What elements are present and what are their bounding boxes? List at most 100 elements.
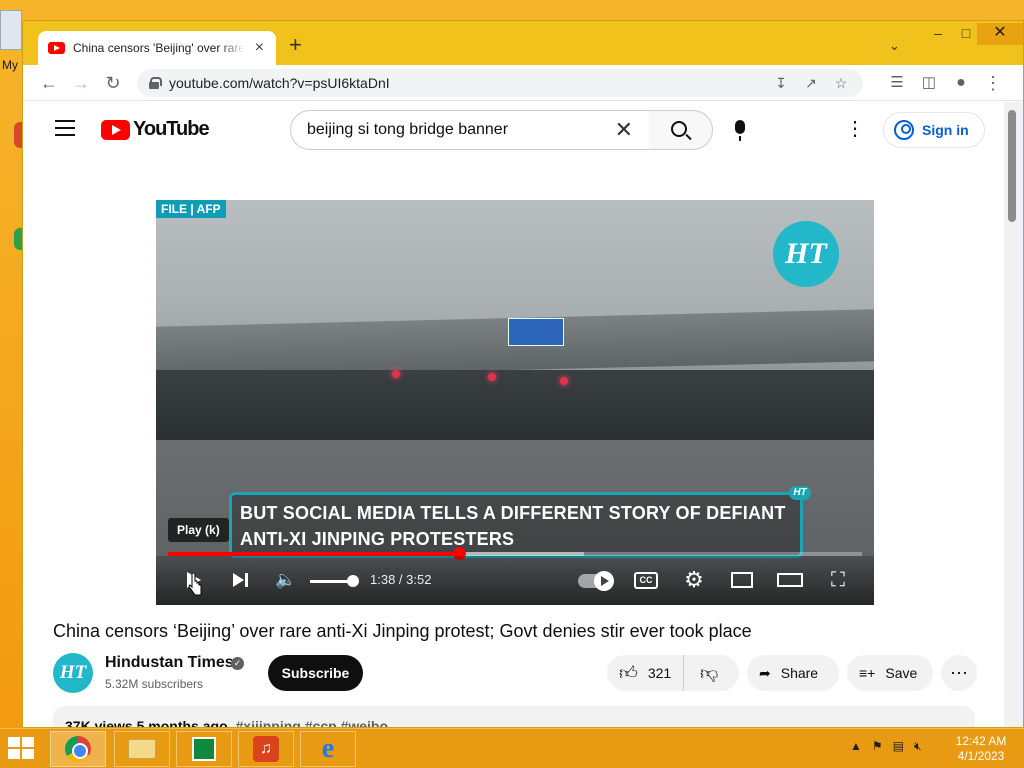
close-window-button[interactable]: ✕ (977, 23, 1023, 45)
system-tray: ▲ ⚑ ▤ 🔇︎ (850, 739, 922, 754)
video-caption-banner: But social media tells a different story… (229, 492, 803, 558)
traffic-light (392, 370, 400, 378)
share-button[interactable]: ➦ Share (747, 655, 839, 691)
more-actions-button[interactable]: ⋯ (941, 655, 977, 691)
channel-name[interactable]: Hindustan Times (105, 654, 234, 672)
share-label: Share (780, 665, 819, 681)
search-input[interactable]: beijing si tong bridge banner ✕ (290, 110, 650, 150)
next-button[interactable] (226, 566, 254, 594)
dislike-button[interactable]: 👎︎ (684, 662, 734, 684)
thumbs-up-icon: 👍︎ (619, 663, 638, 683)
media-queue-icon[interactable]: ☰ (885, 71, 909, 95)
youtube-page: YouTube beijing si tong bridge banner ✕ … (23, 102, 1003, 727)
system-clock[interactable]: 12:42 AM 4/1/2023 (946, 734, 1016, 764)
volume-icon[interactable]: 🔈 (272, 566, 300, 594)
bridge-road-sign (508, 318, 564, 346)
taskbar-internet-explorer[interactable]: e (300, 731, 356, 767)
url-text[interactable]: youtube.com/watch?v=psUI6ktaDnI (169, 75, 761, 91)
back-arrow-icon[interactable]: ← (37, 71, 61, 95)
lock-icon[interactable] (149, 77, 162, 89)
theater-mode-icon (777, 573, 803, 587)
new-tab-button[interactable]: + (289, 34, 302, 56)
voice-search-mic-icon[interactable] (735, 120, 745, 141)
subscribe-button[interactable]: Subscribe (268, 655, 363, 691)
sign-in-label: Sign in (922, 122, 969, 138)
search-button[interactable] (649, 110, 713, 150)
minimize-button[interactable]: – (923, 23, 953, 45)
title-bar: China censors 'Beijing' over rare anti-X… (23, 21, 1023, 65)
taskbar-store[interactable] (176, 731, 232, 767)
internet-explorer-icon: e (321, 733, 335, 764)
traffic-light (488, 373, 496, 381)
tab-close-button[interactable]: × (253, 39, 266, 57)
forward-arrow-icon[interactable]: → (69, 71, 93, 95)
volume-knob[interactable] (347, 575, 360, 587)
subtitles-button[interactable]: CC (634, 572, 658, 589)
fullscreen-icon[interactable]: ⛶ (824, 566, 852, 594)
sign-in-button[interactable]: Sign in (883, 112, 985, 148)
taskbar-file-explorer[interactable] (114, 731, 170, 767)
network-icon[interactable]: ▤ (893, 739, 904, 754)
youtube-logo-icon (101, 119, 130, 140)
folder-icon (128, 739, 156, 759)
start-logo-pane (8, 749, 20, 759)
video-player[interactable]: FILE | AFP HT But social media tells a d… (156, 200, 874, 605)
user-circle-icon (894, 120, 914, 140)
browser-window: China censors 'Beijing' over rare anti-X… (22, 20, 1024, 728)
bookmark-star-icon[interactable]: ☆ (831, 75, 851, 92)
like-button[interactable]: 👍︎ 321 (607, 655, 685, 691)
browser-menu-icon[interactable]: ⋮ (981, 71, 1005, 95)
bridge-underside (156, 370, 874, 440)
clock-time: 12:42 AM (955, 734, 1007, 748)
desktop-icon[interactable] (0, 10, 22, 50)
taskbar-media-player[interactable]: ♫ (238, 731, 294, 767)
hashtags[interactable]: #xijinping #ccp #weibo (236, 718, 388, 727)
channel-avatar[interactable]: HT (53, 653, 93, 693)
save-label: Save (885, 665, 918, 681)
play-tooltip: Play (k) (168, 518, 229, 542)
action-center-flag-icon[interactable]: ⚑ (872, 739, 883, 754)
browser-toolbar: ← → ↻ youtube.com/watch?v=psUI6ktaDnI ↧ … (23, 65, 1023, 101)
desktop-icon-label: My (2, 58, 18, 72)
youtube-favicon-icon (48, 42, 65, 54)
side-panel-icon[interactable]: ◫ (917, 71, 941, 95)
tray-expand-icon[interactable]: ▲ (850, 739, 862, 754)
ht-watermark-logo: HT (773, 221, 839, 287)
share-page-icon[interactable]: ↗ (801, 75, 821, 92)
page-scrollbar[interactable] (1004, 102, 1023, 727)
start-logo-pane (22, 737, 34, 747)
address-bar[interactable]: youtube.com/watch?v=psUI6ktaDnI ↧ ↗ ☆ (137, 69, 863, 97)
scrollbar-thumb[interactable] (1008, 110, 1016, 222)
theater-mode-button[interactable] (776, 566, 804, 594)
settings-gear-icon[interactable]: ⚙ (680, 566, 708, 594)
volume-slider[interactable] (310, 575, 360, 587)
clear-search-icon[interactable]: ✕ (615, 119, 633, 141)
reload-icon[interactable]: ↻ (101, 71, 125, 95)
profile-avatar-icon[interactable]: ● (949, 71, 973, 95)
video-caption-text: But social media tells a different story… (240, 503, 786, 549)
miniplayer-button[interactable] (728, 566, 756, 594)
start-windows-icon[interactable] (8, 737, 36, 761)
autoplay-toggle[interactable] (578, 571, 614, 591)
search-icon (671, 121, 687, 137)
settings-more-icon[interactable]: ⋮ (843, 118, 867, 140)
youtube-logo-text: YouTube (133, 118, 210, 140)
guide-menu-icon[interactable] (55, 120, 75, 136)
video-title: China censors ‘Beijing’ over rare anti-X… (53, 621, 752, 641)
ht-mini-logo: HT (789, 486, 811, 500)
description-box[interactable]: 37K views 5 months ago #xijinping #ccp #… (53, 706, 975, 727)
tab-search-chevron-icon[interactable]: ⌄ (889, 38, 900, 54)
search-query[interactable]: beijing si tong bridge banner (307, 121, 615, 139)
channel-row: HT Hindustan Times ✓ 5.32M subscribers S… (53, 653, 983, 693)
youtube-logo[interactable]: YouTube (101, 118, 210, 141)
thumbs-down-icon: 👎︎ (700, 663, 719, 683)
install-app-icon[interactable]: ↧ (771, 75, 791, 92)
browser-tab[interactable]: China censors 'Beijing' over rare anti-X… (38, 31, 276, 65)
like-count: 321 (647, 665, 672, 681)
time-display: 1:38 / 3:52 (370, 572, 432, 587)
clock-date: 4/1/2023 (957, 749, 1005, 763)
youtube-header: YouTube beijing si tong bridge banner ✕ … (23, 102, 1003, 158)
taskbar-chrome[interactable] (50, 731, 106, 767)
save-button[interactable]: ≡+ Save (847, 655, 933, 691)
volume-muted-icon[interactable]: 🔇︎ (914, 739, 922, 754)
